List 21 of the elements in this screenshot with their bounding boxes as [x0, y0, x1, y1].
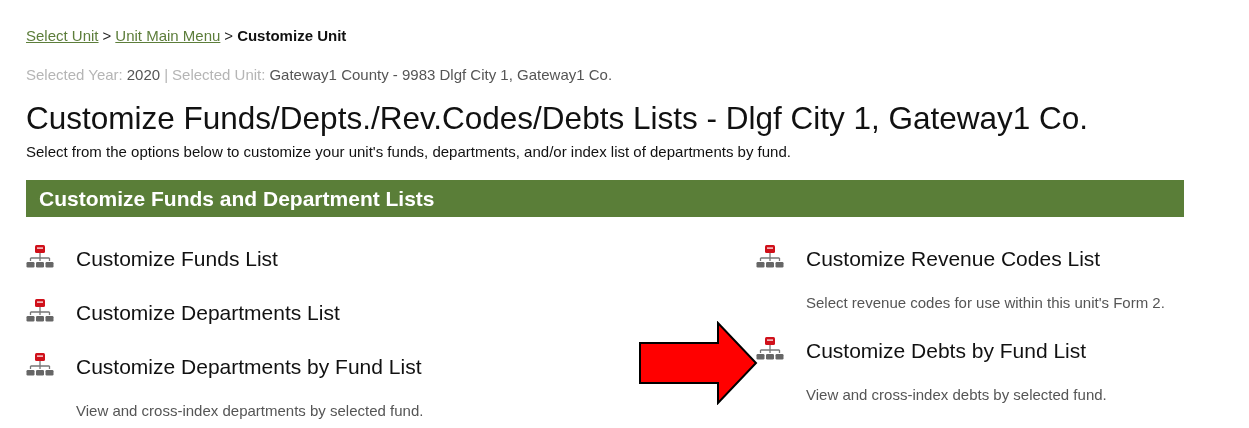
list-link[interactable]: Customize Funds List — [76, 247, 278, 271]
list-link[interactable]: Customize Debts by Fund List — [806, 339, 1087, 363]
list-link[interactable]: Customize Departments List — [76, 301, 340, 325]
section-header: Customize Funds and Department Lists — [26, 180, 1184, 217]
breadcrumb-current: Customize Unit — [237, 26, 347, 46]
breadcrumb-separator: > — [224, 26, 234, 46]
unit-value: Gateway1 County - 9983 Dlgf City 1, Gateway1 Co. — [269, 65, 613, 85]
page-title: Customize Funds/Depts./Rev.Codes/Debts Lists - Dlgf City 1, Gateway1 Co. — [26, 100, 1090, 136]
breadcrumb-link[interactable]: Select Unit — [26, 26, 99, 46]
breadcrumb-separator: > — [102, 26, 112, 46]
divider-mark: | — [164, 65, 169, 85]
list-link[interactable]: Customize Revenue Codes List — [806, 247, 1101, 271]
item-description: View and cross-index debts by selected fund. — [806, 386, 1108, 404]
item-description: Select revenue codes for use within this unit's Form 2. — [806, 294, 1166, 312]
page-subtitle: Select from the options below to customize your unit's funds, departments, and/or index list of departments by fund. — [26, 143, 792, 161]
year-value: 2020 — [126, 65, 161, 85]
year-label: Selected Year: — [26, 65, 123, 85]
list-link[interactable]: Customize Departments by Fund List — [76, 355, 422, 379]
breadcrumb-link[interactable]: Unit Main Menu — [115, 26, 221, 46]
unit-label: Selected Unit: — [172, 65, 266, 85]
item-description: View and cross-index departments by selected fund. — [76, 402, 425, 420]
